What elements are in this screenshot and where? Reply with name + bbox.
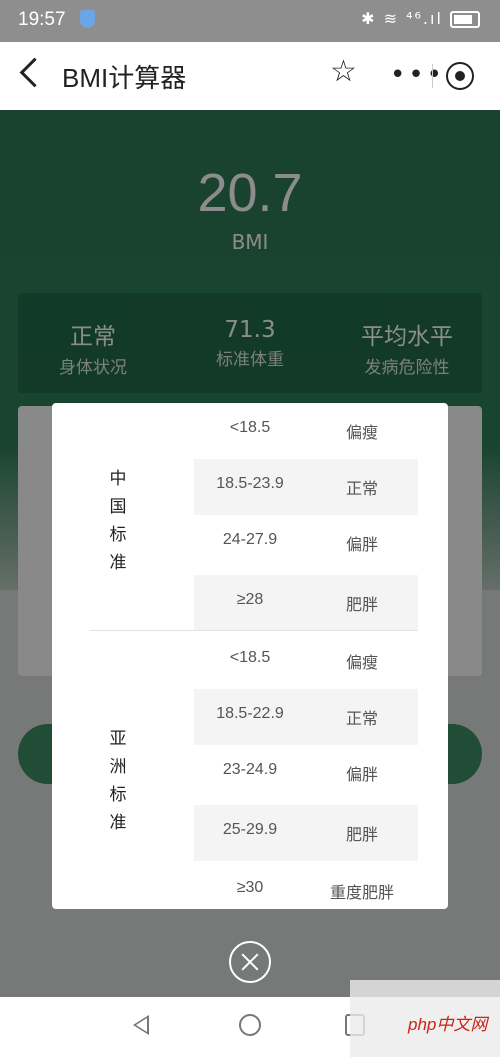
bmi-class: 重度肥胖 (329, 883, 394, 902)
back-icon[interactable] (19, 57, 50, 88)
bmi-class: 正常 (345, 709, 378, 728)
bmi-range: 25-29.9 (222, 821, 278, 838)
close-modal-button[interactable] (229, 941, 271, 983)
bmi-class: 正常 (345, 479, 378, 498)
shield-icon (80, 10, 95, 28)
table-row: 23-24.9 偏胖 (194, 745, 418, 801)
bmi-class: 偏胖 (345, 765, 378, 784)
bmi-class: 偏瘦 (345, 653, 378, 672)
table-row: 18.5-22.9 正常 (194, 689, 418, 745)
table-row: <18.5 偏瘦 (194, 403, 418, 459)
bmi-range: ≥28 (236, 591, 264, 608)
bmi-range: ≥30 (236, 879, 264, 896)
bmi-range: 24-27.9 (222, 531, 278, 548)
group-label-china: 中国标准 (109, 469, 127, 573)
bmi-class: 肥胖 (345, 825, 378, 844)
close-miniprogram-icon[interactable] (446, 62, 474, 90)
battery-icon (450, 11, 480, 28)
table-row: 25-29.9 肥胖 (194, 805, 418, 861)
bmi-range: <18.5 (229, 419, 271, 436)
table-row: ≥30 重度肥胖 (194, 863, 418, 919)
signal-icons: ✱ ≋ ⁴⁶.ıl (361, 9, 443, 28)
page-title: BMI计算器 (62, 63, 187, 93)
bmi-range: 23-24.9 (222, 761, 278, 778)
watermark-text: php中文网 (408, 1015, 488, 1034)
table-row: 24-27.9 偏胖 (194, 515, 418, 571)
bmi-range: <18.5 (229, 649, 271, 666)
bmi-class: 偏瘦 (345, 423, 378, 442)
bmi-range: 18.5-22.9 (216, 705, 284, 722)
more-icon[interactable]: ••• (390, 60, 445, 90)
group-divider (90, 630, 418, 631)
status-bar: 19:57 ✱ ≋ ⁴⁶.ıl (0, 0, 500, 42)
system-home-icon[interactable] (239, 1014, 261, 1036)
bmi-standards-modal: 中国标准 <18.5 偏瘦 18.5-23.9 正常 24-27.9 偏胖 ≥2… (52, 403, 448, 909)
status-time: 19:57 (18, 9, 66, 30)
group-label-asia: 亚洲标准 (109, 729, 127, 833)
bmi-range: 18.5-23.9 (216, 475, 284, 492)
table-row: 18.5-23.9 正常 (194, 459, 418, 515)
bmi-class: 偏胖 (345, 535, 378, 554)
status-icons: ✱ ≋ ⁴⁶.ıl (361, 9, 480, 28)
table-row: ≥28 肥胖 (194, 575, 418, 631)
star-icon[interactable]: ☆ (330, 54, 357, 89)
bmi-class: 肥胖 (345, 595, 378, 614)
capsule-divider (432, 64, 433, 88)
nav-bar: BMI计算器 ☆ ••• (0, 42, 500, 110)
table-row: <18.5 偏瘦 (194, 633, 418, 689)
mini-program-capsule: ••• (380, 56, 484, 96)
system-back-icon[interactable] (133, 1015, 149, 1035)
